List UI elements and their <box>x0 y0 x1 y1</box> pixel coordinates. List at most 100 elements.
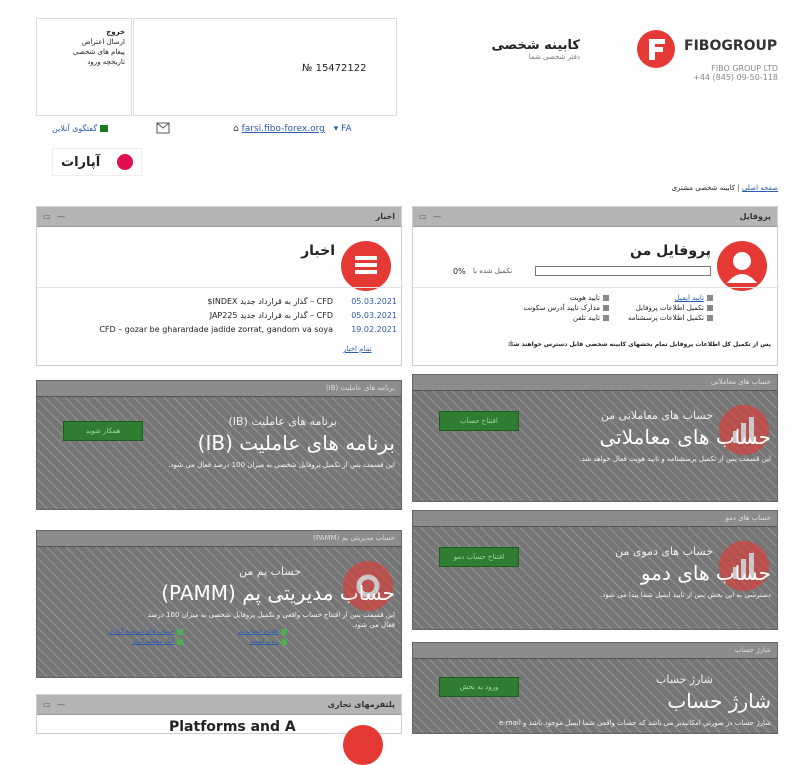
list-item[interactable]: دیدن لیست <box>187 637 287 647</box>
online-support[interactable]: گفتگوی آنلاین <box>52 124 108 133</box>
charge-account-panel: شارژ حساب شارژ حساب شارژ حساب شارژ حساب … <box>412 642 778 734</box>
progress-label: تکمیل شده با <box>473 267 513 275</box>
news-panel-header: ▭ — اخبار <box>37 207 401 227</box>
panel-controls[interactable]: ▭ — <box>43 212 67 221</box>
progress-pct: 0% <box>453 267 466 276</box>
become-partner-button[interactable]: همکار شوید <box>63 421 143 441</box>
demo-desc: دسترسی به این بخش پس از تایید ایمیل شما … <box>600 591 771 599</box>
charge-title: شارژ حساب <box>667 689 771 713</box>
trading-accounts-panel: حساب های معاملاتی حساب های معاملاتی من ح… <box>412 374 778 502</box>
charge-desc: شارژ حساب در صورتی امکانپذیر می باشد که … <box>498 719 771 727</box>
platforms-panel-header: ▭ — پلتفرمهای تجاری <box>37 695 401 715</box>
breadcrumb: صفحه اصلی | کابینه شخصی مشتری <box>671 184 778 192</box>
profile-checklist-left: تایید ایمیل تکمیل اطلاعات پروفایل تکمیل … <box>613 293 713 323</box>
pamm-links: افتتاح حساب پم دیدن لیست <box>187 627 287 647</box>
logout-link[interactable]: خروج <box>43 27 125 37</box>
ib-subtitle: برنامه های عاملیت (IB) <box>228 415 337 428</box>
news-panel-title: اخبار <box>375 212 395 221</box>
ib-title: برنامه های عاملیت (IB) <box>197 431 395 455</box>
list-item[interactable]: تکمیل اطلاعات پرسشنامه <box>613 313 713 323</box>
demo-accounts-panel: حساب های دمو حساب های دموی من حساب های د… <box>412 510 778 630</box>
platforms-title: Platforms and A <box>169 719 296 735</box>
profile-checklist-right: تایید هویت مدارک تایید آدرس سکونت تایید … <box>503 293 609 323</box>
pamm-panel: حساب مدیریتی پم (PAMM) حساب پم من حساب م… <box>36 530 402 678</box>
online-support-text: گفتگوی آنلاین <box>52 124 98 133</box>
pamm-panel-title: حساب مدیریتی پم (PAMM) <box>37 531 401 547</box>
mail-icon[interactable] <box>156 122 170 134</box>
profile-note: پس از تکمیل کل اطلاعات پروفایل تمام بخشه… <box>503 341 771 348</box>
profile-panel-header: ▭ — پروفایل <box>413 207 777 227</box>
trading-subtitle: حساب های معاملاتی من <box>600 409 713 422</box>
breadcrumb-home[interactable]: صفحه اصلی <box>742 184 778 192</box>
star-icon: ★ <box>507 339 516 349</box>
fibo-logo[interactable] <box>636 29 676 69</box>
list-item[interactable]: تایید تلفن <box>503 313 609 323</box>
site-link[interactable]: ⌂ farsi.fibo-forex.org ▾ FA <box>233 124 352 134</box>
user-icon <box>727 252 757 283</box>
news-date[interactable]: 05.03.2021 <box>351 311 397 320</box>
enter-section-button[interactable]: ورود به بخش <box>439 677 519 697</box>
charge-panel-title: شارژ حساب <box>413 643 777 659</box>
list-item[interactable]: حساب های سرمایه گذاری <box>83 627 183 637</box>
aparat-logo[interactable]: آپارات <box>52 148 142 176</box>
news-text[interactable]: CFD – gozar be gharardade jadide zorrat,… <box>99 325 333 334</box>
pamm-subtitle: حساب پم من <box>239 565 301 578</box>
news-text[interactable]: CFD – گذار به قرارداد جدید JAP225 <box>210 311 333 320</box>
home-icon: ⌂ <box>233 124 239 134</box>
profile-note-text: پس از تکمیل کل اطلاعات پروفایل تمام بخشه… <box>507 341 771 348</box>
site-link-text[interactable]: farsi.fibo-forex.org <box>242 124 325 134</box>
ib-panel: برنامه های عاملیت (IB) برنامه های عاملیت… <box>36 380 402 510</box>
avatar <box>717 241 767 291</box>
trading-title: حساب های معاملاتی <box>599 425 771 449</box>
company-phone: +44 (845) 09-50-118 <box>693 73 778 82</box>
list-item[interactable]: تکمیل اطلاعات پروفایل <box>613 303 713 313</box>
news-panel: ▭ — اخبار اخبار 05.03.2021 CFD – گذار به… <box>36 206 403 366</box>
company-name: FIBO GROUP LTD <box>711 64 778 73</box>
all-news-link[interactable]: تمام اخبار <box>343 345 372 353</box>
profile-panel-title: پروفایل <box>739 212 771 221</box>
account-number-box: № 15472122 <box>133 18 397 116</box>
profile-title: پروفایل من <box>630 243 711 259</box>
cabinet-title-text: کابینه شخصی <box>491 38 580 53</box>
trading-panel-title: حساب های معاملاتی <box>413 375 777 391</box>
user-menu-box: خروج ارسال اعتراض پیغام های شخصی تاریخچه… <box>36 18 132 116</box>
list-icon <box>355 256 377 274</box>
pamm-desc-2: فعال می شود. <box>352 621 395 629</box>
list-item[interactable]: آمار معامله گران <box>83 637 183 647</box>
news-text[interactable]: CFD – گذار به قرارداد جدید INDEX$ <box>207 297 333 306</box>
aparat-icon <box>117 154 133 170</box>
platforms-panel-title: پلتفرمهای تجاری <box>327 700 395 709</box>
language-selector[interactable]: ▾ FA <box>334 124 352 134</box>
complaint-link[interactable]: ارسال اعتراض <box>43 37 125 47</box>
account-number: № 15472122 <box>302 63 367 74</box>
green-square-icon <box>99 125 108 132</box>
fibo-logo-icon <box>637 30 675 68</box>
messages-link[interactable]: پیغام های شخصی <box>43 47 125 57</box>
cabinet-subtitle: دفتر شخصی شما <box>528 53 580 61</box>
breadcrumb-current: کابینه شخصی مشتری <box>671 184 736 192</box>
progress-bar <box>535 266 711 276</box>
fibo-logo-text: FIBOGROUP <box>684 38 778 54</box>
news-date[interactable]: 19.02.2021 <box>351 325 397 334</box>
panel-controls[interactable]: ▭ — <box>43 700 67 709</box>
pamm-title: حساب مدیریتی پم (PAMM) <box>161 581 395 605</box>
open-account-button[interactable]: افتتاح حساب <box>439 411 519 431</box>
cabinet-title: کابینه شخصی دفتر شخصی شما <box>470 38 580 61</box>
language-label: FA <box>341 124 352 134</box>
pamm-links-2: حساب های سرمایه گذاری آمار معامله گران <box>83 627 183 647</box>
platforms-panel: ▭ — پلتفرمهای تجاری Platforms and A <box>36 694 402 765</box>
panel-controls[interactable]: ▭ — <box>419 212 443 221</box>
demo-title: حساب های دمو <box>640 561 771 585</box>
demo-subtitle: حساب های دموی من <box>615 545 713 558</box>
open-demo-button[interactable]: افتتاح حساب دمو <box>439 547 519 567</box>
list-item[interactable]: تایید ایمیل <box>613 293 713 303</box>
list-item[interactable]: افتتاح حساب پم <box>187 627 287 637</box>
list-item[interactable]: مدارک تایید آدرس سکونت <box>503 303 609 313</box>
aparat-text: آپارات <box>61 155 101 170</box>
demo-panel-title: حساب های دمو <box>413 511 777 527</box>
news-date[interactable]: 05.03.2021 <box>351 297 397 306</box>
list-item[interactable]: تایید هویت <box>503 293 609 303</box>
login-history-link[interactable]: تاریخچه ورود <box>43 57 125 67</box>
news-title: اخبار <box>301 243 335 259</box>
pamm-desc: این قسمت پس از افتتاح حساب واقعی و تکمیل… <box>147 611 395 619</box>
